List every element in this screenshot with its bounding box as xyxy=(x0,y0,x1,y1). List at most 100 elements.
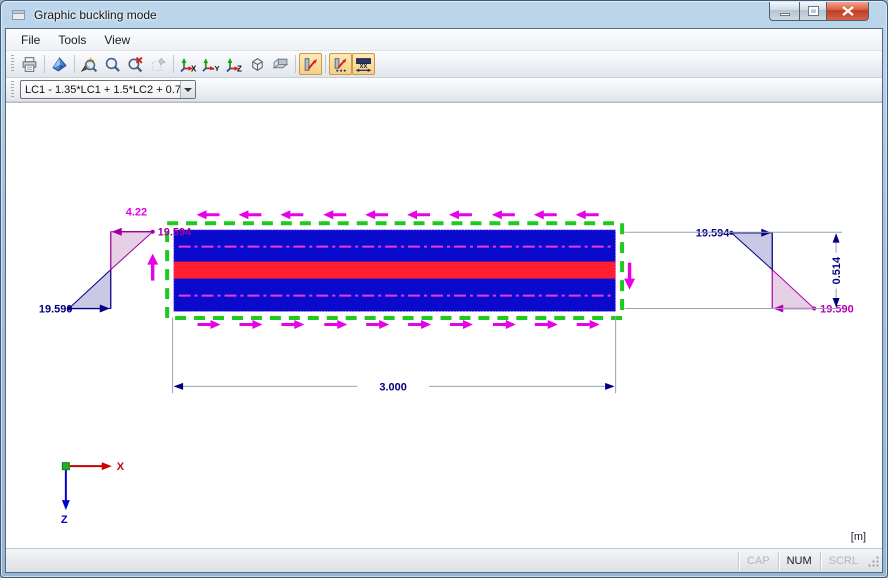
right-stress-diagram: 19.594 19.590 xyxy=(696,228,854,316)
origin-node xyxy=(61,462,70,471)
unit-label: [m] xyxy=(851,531,866,543)
z-axis-arrowhead xyxy=(61,500,70,511)
load-arrow xyxy=(408,320,432,329)
view-x-button[interactable]: X xyxy=(177,53,200,75)
snap-grid-button xyxy=(147,53,170,75)
render-colors-button[interactable] xyxy=(48,53,71,75)
zoom-cancel-button[interactable] xyxy=(124,53,147,75)
graphics-canvas[interactable]: 4.22 19.594 19.590 19.594 19.590 0.514 3… xyxy=(6,102,882,548)
load-arrow xyxy=(534,320,558,329)
x-axis-label: X xyxy=(117,461,125,473)
mode-value-label: 4.22 xyxy=(126,207,147,219)
view-minus-y-button[interactable]: -Y xyxy=(200,53,223,75)
load-arrow xyxy=(197,320,221,329)
right-bottom-value: 19.590 xyxy=(820,304,854,316)
show-dimensions-button[interactable]: xx xyxy=(352,53,375,75)
load-case-value: LC1 - 1.35*LC1 + 1.5*LC2 + 0.7 xyxy=(25,83,180,96)
view-minus-y-icon: -Y xyxy=(202,57,220,73)
printer-icon xyxy=(22,56,37,72)
result-values-icon xyxy=(334,57,347,72)
right-top-value: 19.594 xyxy=(696,228,730,240)
load-arrow xyxy=(491,210,515,220)
load-arrow xyxy=(239,320,263,329)
resize-grip[interactable] xyxy=(866,552,882,570)
menu-tools[interactable]: Tools xyxy=(49,30,95,50)
beam-member[interactable] xyxy=(173,229,617,313)
dimension-arrowhead-right xyxy=(605,382,615,390)
view-perspective-button[interactable] xyxy=(269,53,292,75)
load-arrow xyxy=(196,210,220,220)
load-arrow xyxy=(576,320,600,329)
show-buckling-shape-button[interactable] xyxy=(299,53,322,75)
toolbar-separator xyxy=(325,55,326,73)
status-bar: CAP NUM SCRL xyxy=(6,548,882,572)
zoom-window-icon xyxy=(81,56,98,72)
load-arrow xyxy=(281,320,305,329)
load-arrow xyxy=(365,210,389,220)
toolbar-separator xyxy=(295,55,296,73)
close-icon xyxy=(841,6,854,16)
maximize-button[interactable] xyxy=(799,2,826,21)
scroll-lock-indicator: SCRL xyxy=(819,551,866,570)
svg-text:-Y: -Y xyxy=(212,64,220,73)
svg-text:xx: xx xyxy=(360,63,368,70)
toolbar-drag-handle[interactable] xyxy=(11,80,14,99)
height-dimension[interactable]: 0.514 xyxy=(624,231,844,310)
buckling-shape-icon xyxy=(304,57,317,71)
maximize-icon xyxy=(807,6,819,16)
menu-file[interactable]: File xyxy=(12,30,49,50)
svg-text:X: X xyxy=(191,64,197,73)
load-arrow xyxy=(324,320,348,329)
load-case-combobox[interactable]: LC1 - 1.35*LC1 + 1.5*LC2 + 0.7 xyxy=(20,80,196,99)
x-axis-arrowhead xyxy=(101,462,112,471)
print-button[interactable] xyxy=(18,53,41,75)
left-bottom-triangle xyxy=(67,268,112,310)
height-dimension-value: 0.514 xyxy=(831,256,843,284)
title-bar[interactable]: Graphic buckling mode xyxy=(1,1,887,28)
toolbar-drag-handle[interactable] xyxy=(11,55,14,73)
combo-dropdown-button[interactable] xyxy=(180,81,195,98)
magnifier-icon xyxy=(105,57,120,72)
minimize-button[interactable] xyxy=(769,2,799,21)
zoom-in-button[interactable] xyxy=(101,53,124,75)
left-shear-arrow xyxy=(147,253,159,281)
chevron-down-icon xyxy=(184,87,192,92)
window-title: Graphic buckling mode xyxy=(34,7,157,22)
left-top-value: 19.594 xyxy=(158,227,192,239)
caps-lock-indicator: CAP xyxy=(737,551,778,570)
load-arrow xyxy=(492,320,516,329)
show-result-values-button[interactable] xyxy=(329,53,352,75)
toolbar-separator xyxy=(173,55,174,73)
top-load-arrows xyxy=(196,210,599,220)
num-lock-indicator: NUM xyxy=(777,551,820,570)
perspective-icon xyxy=(272,57,289,69)
app-window: Graphic buckling mode File Tools View X … xyxy=(0,0,888,578)
right-bottom-triangle xyxy=(771,268,816,310)
client-area: File Tools View X -Y Z xx LC1 - 1.35*LC1… xyxy=(5,28,883,573)
dimension-arrowhead-left xyxy=(173,382,184,390)
close-button[interactable] xyxy=(826,2,869,21)
loadcase-toolbar: LC1 - 1.35*LC1 + 1.5*LC2 + 0.7 xyxy=(6,78,882,102)
isometric-cube-icon xyxy=(252,57,263,71)
resize-grip-icon xyxy=(868,555,879,567)
right-top-triangle xyxy=(730,232,773,271)
menu-bar: File Tools View xyxy=(6,29,882,51)
window-controls xyxy=(769,2,869,21)
menu-view[interactable]: View xyxy=(95,30,139,50)
bottom-load-arrows xyxy=(197,320,600,329)
toolbar-separator xyxy=(74,55,75,73)
zoom-window-button[interactable] xyxy=(78,53,101,75)
view-isometric-button[interactable] xyxy=(246,53,269,75)
view-z-button[interactable]: Z xyxy=(223,53,246,75)
length-dimension-value: 3.000 xyxy=(379,381,406,393)
dimension-arrowhead-up xyxy=(832,233,840,243)
view-x-icon: X xyxy=(179,57,197,73)
toolbar-separator xyxy=(44,55,45,73)
right-shear-arrow xyxy=(624,262,636,290)
magnifier-cancel-icon xyxy=(128,56,143,72)
view-z-icon: Z xyxy=(225,57,242,73)
render-icon xyxy=(52,56,67,72)
load-arrow xyxy=(533,210,557,220)
dimensions-icon: xx xyxy=(355,57,372,72)
load-arrow xyxy=(407,210,431,220)
